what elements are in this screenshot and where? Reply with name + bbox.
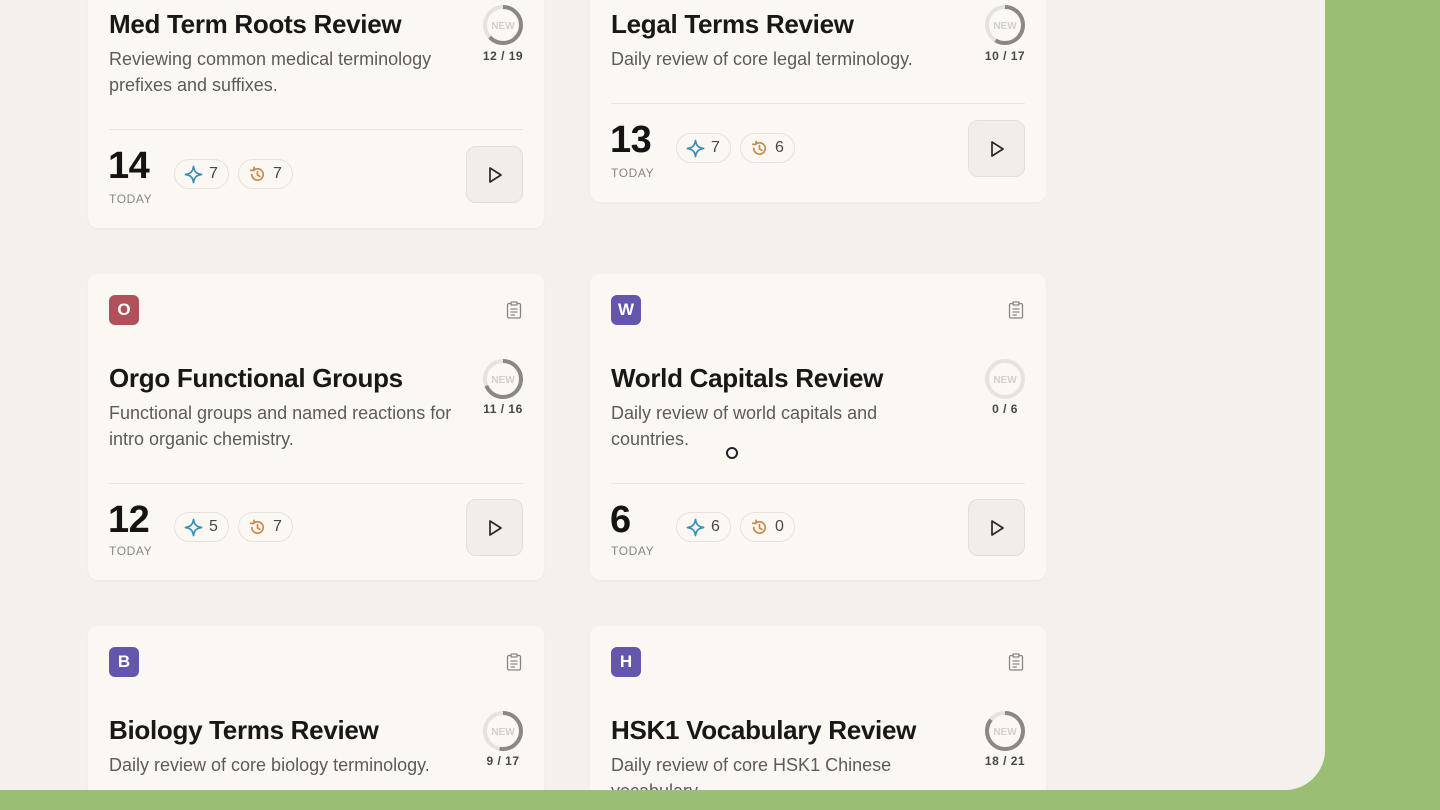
today-count: 6 (610, 499, 631, 541)
clipboard-icon[interactable] (1008, 301, 1024, 319)
progress-ring: NEW (483, 5, 523, 45)
deck-card-world-capitals[interactable]: W World Capitals Review Daily review of … (590, 274, 1046, 580)
deck-badge: W (611, 295, 641, 325)
history-icon (249, 166, 265, 181)
deck-description: Daily review of world capitals and countr… (611, 403, 878, 449)
play-button[interactable] (968, 499, 1025, 556)
progress-count: 0 / 6 (992, 402, 1018, 416)
play-button[interactable] (466, 499, 523, 556)
deck-title: Orgo Functional Groups (109, 363, 403, 393)
progress-ring: NEW (483, 711, 523, 751)
history-icon (249, 519, 265, 534)
ring-new-label: NEW (993, 727, 1017, 738)
card-divider (611, 103, 1025, 104)
play-button[interactable] (968, 120, 1025, 177)
card-divider (109, 129, 523, 130)
ring-new-label: NEW (491, 21, 515, 32)
review-cards-pill: 7 (238, 512, 293, 542)
deck-title: Biology Terms Review (109, 715, 379, 745)
sparkle-icon (686, 518, 705, 536)
play-icon (990, 140, 1004, 157)
mouse-cursor (726, 447, 738, 459)
sparkle-icon (184, 165, 203, 183)
progress-count: 18 / 21 (984, 754, 1026, 768)
today-label: TODAY (611, 166, 655, 180)
history-icon (751, 140, 767, 155)
play-icon (990, 519, 1004, 536)
deck-card-biology-terms[interactable]: B Biology Terms Review Daily review of c… (88, 626, 544, 790)
card-divider (611, 483, 1025, 484)
ring-new-label: NEW (491, 375, 515, 386)
sparkle-icon (184, 518, 203, 536)
progress-count: 12 / 19 (482, 49, 524, 63)
deck-card-med-term-roots[interactable]: Med Term Roots Review Reviewing common m… (88, 0, 544, 228)
today-count: 14 (108, 145, 150, 187)
deck-description: Daily review of core HSK1 Chinesevocabul… (611, 755, 892, 790)
today-label: TODAY (109, 192, 153, 206)
progress-ring: NEW (985, 359, 1025, 399)
new-cards-pill: 7 (676, 133, 731, 163)
deck-title: Legal Terms Review (611, 9, 854, 39)
today-label: TODAY (611, 544, 655, 558)
deck-title: Med Term Roots Review (109, 9, 402, 39)
deck-badge: B (109, 647, 139, 677)
new-cards-pill: 6 (676, 512, 731, 542)
clipboard-icon[interactable] (1008, 653, 1024, 671)
deck-badge: O (109, 295, 139, 325)
deck-badge: H (611, 647, 641, 677)
progress-count: 11 / 16 (483, 402, 523, 416)
sparkle-icon (686, 139, 705, 157)
progress-ring: NEW (483, 359, 523, 399)
today-count: 12 (108, 499, 150, 541)
card-divider (109, 483, 523, 484)
progress-count: 9 / 17 (486, 754, 520, 768)
progress-ring: NEW (985, 711, 1025, 751)
progress-ring: NEW (985, 5, 1025, 45)
new-cards-pill: 7 (174, 159, 229, 189)
deck-card-orgo-functional-groups[interactable]: O Orgo Functional Groups Functional grou… (88, 274, 544, 580)
review-cards-pill: 6 (740, 133, 795, 163)
deck-description: Reviewing common medical terminology pref… (109, 49, 432, 95)
clipboard-icon[interactable] (506, 301, 522, 319)
deck-card-hsk1-vocabulary[interactable]: H HSK1 Vocabulary Review Daily review of… (590, 626, 1046, 790)
review-cards-pill: 0 (740, 512, 795, 542)
deck-description: Daily review of core legal terminology. (611, 49, 913, 69)
new-cards-pill: 5 (174, 512, 229, 542)
review-cards-pill: 7 (238, 159, 293, 189)
play-icon (488, 519, 502, 536)
clipboard-icon[interactable] (506, 653, 522, 671)
today-count: 13 (610, 119, 652, 161)
deck-description: Functional groups and named reactions fo… (109, 403, 452, 449)
play-button[interactable] (466, 146, 523, 203)
ring-new-label: NEW (993, 375, 1017, 386)
deck-title: World Capitals Review (611, 363, 884, 393)
deck-card-legal-terms[interactable]: Legal Terms Review Daily review of core … (590, 0, 1046, 202)
progress-count: 10 / 17 (984, 49, 1026, 63)
ring-new-label: NEW (491, 727, 515, 738)
play-icon (488, 166, 502, 183)
ring-new-label: NEW (993, 21, 1017, 32)
app-window: Med Term Roots Review Reviewing common m… (0, 0, 1325, 790)
deck-title: HSK1 Vocabulary Review (611, 715, 917, 745)
deck-description: Daily review of core biology terminology… (109, 755, 430, 775)
history-icon (751, 519, 767, 534)
today-label: TODAY (109, 544, 153, 558)
